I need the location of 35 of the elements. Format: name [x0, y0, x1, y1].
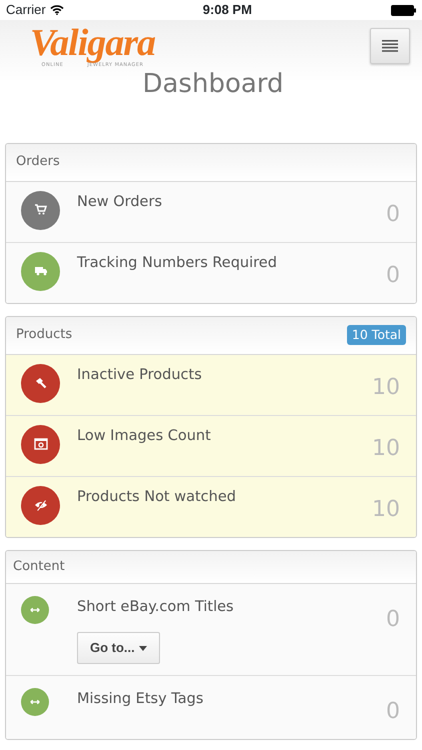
goto-dropdown-button[interactable]: Go to... [77, 632, 160, 664]
row-label: Missing Etsy Tags [77, 690, 204, 709]
logo: Valigara [30, 24, 156, 62]
list-row[interactable]: Low Images Count 10 [6, 416, 416, 477]
list-row[interactable]: New Orders 0 [6, 182, 416, 243]
row-count: 0 [386, 262, 400, 290]
row-label: New Orders [77, 192, 162, 212]
battery-icon [391, 4, 416, 16]
row-count: 0 [386, 698, 400, 726]
list-row[interactable]: Tracking Numbers Required 0 [6, 242, 416, 303]
clock-text: 9:08 PM [202, 1, 252, 20]
total-badge: 10 Total [346, 324, 406, 346]
row-label: Low Images Count [77, 426, 211, 446]
wifi-icon [50, 5, 64, 15]
row-count: 0 [386, 200, 400, 229]
panel-title: Content [13, 558, 65, 576]
list-row[interactable]: Inactive Products 10 [6, 354, 416, 416]
carrier-text: Carrier [6, 1, 46, 20]
panel-title: Orders [16, 153, 60, 172]
row-count: 10 [372, 496, 400, 524]
row-label: Products Not watched [77, 488, 236, 507]
page-title: Dashboard [141, 70, 285, 99]
caret-icon [138, 646, 147, 651]
menu-icon [382, 40, 398, 52]
panel-title: Products [16, 326, 72, 344]
row-count: 0 [386, 606, 400, 634]
list-row[interactable]: Missing Etsy Tags 0 [6, 676, 416, 739]
row-count: 10 [372, 374, 400, 402]
list-row[interactable]: Short eBay.com Titles Go to... 0 [6, 584, 416, 676]
row-count: 10 [372, 434, 400, 463]
menu-button[interactable] [370, 28, 410, 64]
row-label: Inactive Products [77, 366, 202, 385]
row-label: Short eBay.com Titles [77, 598, 234, 617]
list-row[interactable]: Products Not watched 10 [6, 476, 416, 537]
row-label: Tracking Numbers Required [77, 254, 277, 273]
